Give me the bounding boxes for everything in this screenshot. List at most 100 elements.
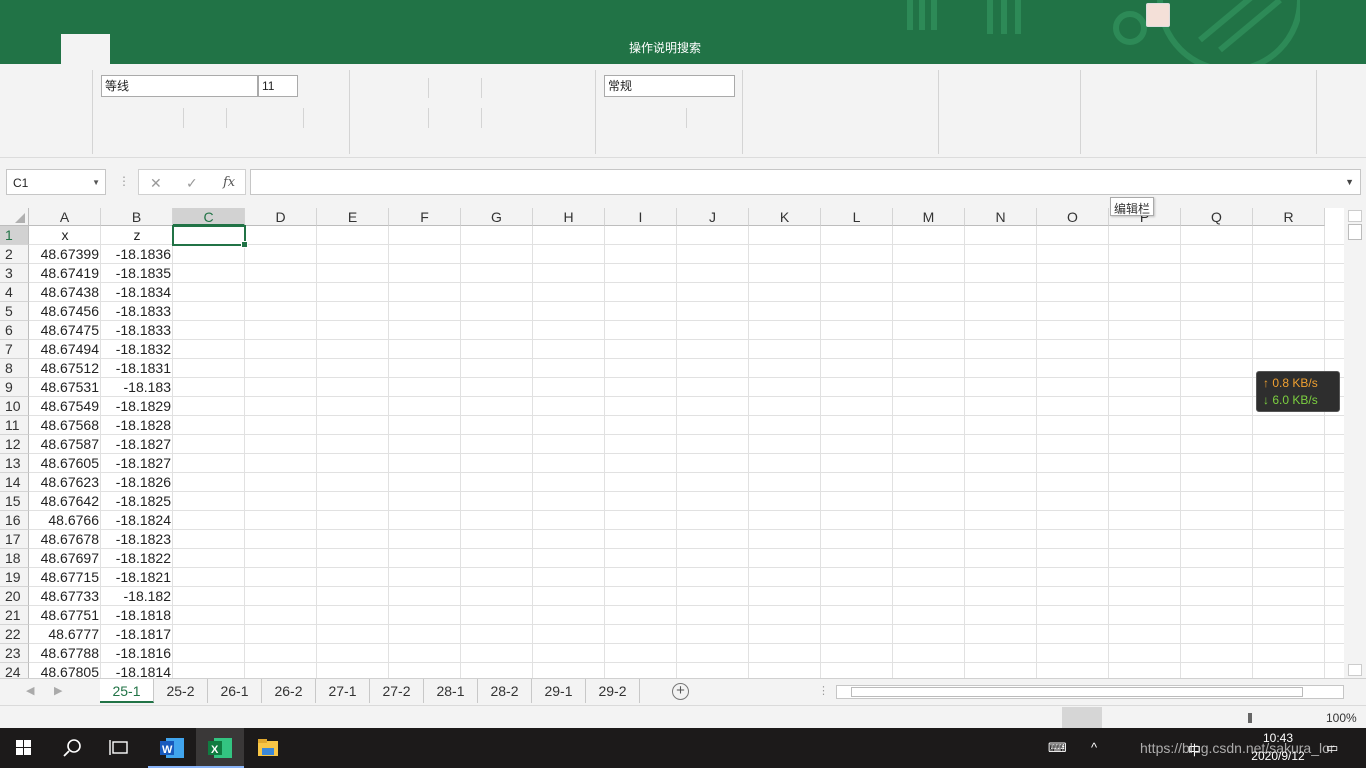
cell-b[interactable]: -18.1836 (101, 245, 173, 264)
zoom-slider[interactable] (1248, 713, 1252, 723)
show-hidden-icons[interactable]: ^ (1091, 740, 1097, 755)
sheet-tab[interactable]: 27-1 (316, 679, 370, 703)
cell-b[interactable]: -18.1832 (101, 340, 173, 359)
cell-a[interactable]: 48.67419 (29, 264, 101, 283)
column-header-i[interactable]: I (605, 208, 677, 226)
font-size-box[interactable]: 11 (258, 75, 298, 97)
sheet-tab[interactable]: 26-2 (262, 679, 316, 703)
number-format-box[interactable]: 常规 (604, 75, 735, 97)
cell-a[interactable]: 48.67733 (29, 587, 101, 606)
cell-a[interactable]: 48.67438 (29, 283, 101, 302)
column-header-c[interactable]: C (173, 208, 245, 226)
sheet-tab[interactable]: 29-1 (532, 679, 586, 703)
cell-a[interactable]: 48.67642 (29, 492, 101, 511)
row-header[interactable]: 13 (0, 454, 29, 473)
row-header[interactable]: 12 (0, 435, 29, 454)
zoom-level[interactable]: 100% (1326, 711, 1357, 725)
row-header[interactable]: 5 (0, 302, 29, 321)
word-icon[interactable]: W (148, 728, 196, 768)
row-header[interactable]: 14 (0, 473, 29, 492)
keyboard-icon[interactable]: ⌨ (1048, 740, 1067, 756)
row-header[interactable]: 3 (0, 264, 29, 283)
column-header-b[interactable]: B (101, 208, 173, 226)
column-header-g[interactable]: G (461, 208, 533, 226)
cell-b[interactable]: -18.1818 (101, 606, 173, 625)
column-header-l[interactable]: L (821, 208, 893, 226)
chevron-down-icon[interactable]: ▼ (92, 178, 100, 187)
sheet-tab[interactable]: 29-2 (586, 679, 640, 703)
cell-b[interactable]: z (101, 226, 173, 245)
user-avatar[interactable] (1146, 3, 1170, 27)
cell-b[interactable]: -18.1828 (101, 416, 173, 435)
start-icon[interactable] (0, 728, 48, 768)
row-header[interactable]: 7 (0, 340, 29, 359)
enter-icon[interactable]: ✓ (186, 175, 198, 192)
formula-input[interactable]: ▼ (250, 169, 1361, 195)
add-sheet-icon[interactable]: + (672, 683, 689, 700)
cell-b[interactable]: -18.1826 (101, 473, 173, 492)
row-header[interactable]: 9 (0, 378, 29, 397)
column-header-e[interactable]: E (317, 208, 389, 226)
cancel-icon[interactable]: ✕ (150, 175, 162, 192)
scroll-thumb[interactable] (1348, 224, 1362, 240)
tab-split-handle[interactable]: ⋮ (818, 684, 829, 697)
cell-a[interactable]: 48.67751 (29, 606, 101, 625)
cell-b[interactable]: -18.182 (101, 587, 173, 606)
cell-b[interactable]: -18.183 (101, 378, 173, 397)
select-all-button[interactable] (0, 208, 29, 226)
cell-b[interactable]: -18.1822 (101, 549, 173, 568)
row-header[interactable]: 15 (0, 492, 29, 511)
cell-a[interactable]: x (29, 226, 101, 245)
clock-date[interactable]: 2020/9/12 (1248, 749, 1308, 763)
column-header-j[interactable]: J (677, 208, 749, 226)
scroll-down-button[interactable] (1348, 664, 1362, 676)
vertical-scrollbar[interactable] (1344, 208, 1366, 678)
sheet-tab[interactable]: 25-1 (100, 679, 154, 703)
row-header[interactable]: 20 (0, 587, 29, 606)
row-header[interactable]: 24 (0, 663, 29, 678)
column-header-f[interactable]: F (389, 208, 461, 226)
sheet-tab[interactable]: 28-2 (478, 679, 532, 703)
expand-formula-icon[interactable]: ▼ (1345, 177, 1354, 187)
name-box[interactable]: C1 ▼ (6, 169, 106, 195)
column-header-q[interactable]: Q (1181, 208, 1253, 226)
row-header[interactable]: 21 (0, 606, 29, 625)
row-header[interactable]: 17 (0, 530, 29, 549)
cell-a[interactable]: 48.67399 (29, 245, 101, 264)
column-header-h[interactable]: H (533, 208, 605, 226)
row-header[interactable]: 10 (0, 397, 29, 416)
cell-b[interactable]: -18.1816 (101, 644, 173, 663)
sheet-tab[interactable]: 28-1 (424, 679, 478, 703)
cell-a[interactable]: 48.6766 (29, 511, 101, 530)
clock-time[interactable]: 10:43 (1248, 731, 1308, 745)
next-sheet-icon[interactable]: ▶ (54, 684, 62, 697)
insert-function-icon[interactable]: fx (223, 175, 235, 190)
column-header-m[interactable]: M (893, 208, 965, 226)
column-header-n[interactable]: N (965, 208, 1037, 226)
row-header[interactable]: 2 (0, 245, 29, 264)
cell-b[interactable]: -18.1821 (101, 568, 173, 587)
cell-b[interactable]: -18.1823 (101, 530, 173, 549)
cell-b[interactable]: -18.1835 (101, 264, 173, 283)
task-view-icon[interactable] (96, 728, 144, 768)
font-name-box[interactable]: 等线 (101, 75, 258, 97)
cell-a[interactable]: 48.67587 (29, 435, 101, 454)
excel-icon[interactable]: X (196, 728, 244, 768)
row-header[interactable]: 19 (0, 568, 29, 587)
cell-a[interactable]: 48.67715 (29, 568, 101, 587)
cell-a[interactable]: 48.67494 (29, 340, 101, 359)
cell-b[interactable]: -18.1814 (101, 663, 173, 678)
cell-a[interactable]: 48.67788 (29, 644, 101, 663)
hscroll-thumb[interactable] (851, 687, 1303, 697)
cell-b[interactable]: -18.1824 (101, 511, 173, 530)
cell-a[interactable]: 48.67678 (29, 530, 101, 549)
prev-sheet-icon[interactable]: ◀ (26, 684, 34, 697)
cell-b[interactable]: -18.1829 (101, 397, 173, 416)
cell-a[interactable]: 48.67623 (29, 473, 101, 492)
column-header-k[interactable]: K (749, 208, 821, 226)
view-normal-button[interactable] (1062, 707, 1102, 729)
row-header[interactable]: 4 (0, 283, 29, 302)
more-icon[interactable]: ⋮ (118, 174, 130, 188)
column-header-d[interactable]: D (245, 208, 317, 226)
column-header-o[interactable]: O (1037, 208, 1109, 226)
